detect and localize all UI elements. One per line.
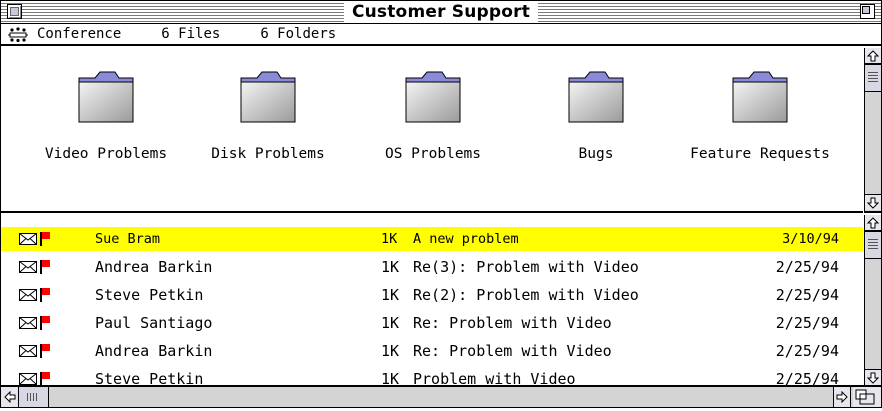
message-size: 1K [381, 370, 400, 385]
resize-grow-box-icon[interactable] [853, 387, 881, 407]
envelope-icon [19, 289, 37, 301]
folder-icon [405, 71, 461, 123]
message-date: 2/25/94 [775, 342, 839, 360]
title-bar[interactable]: Customer Support [1, 1, 881, 24]
folder-label: Video Problems [44, 146, 168, 162]
folder-label: OS Problems [384, 146, 482, 162]
message-subject: Re: Problem with Video [413, 342, 612, 360]
folder-label: Feature Requests [690, 146, 830, 162]
message-sender: Andrea Barkin [95, 258, 213, 276]
folder-icon [732, 71, 788, 123]
folder-feature-requests[interactable]: Feature Requests [685, 66, 835, 162]
message-list: Sue Bram 1K A new problem 3/10/94 Andrea… [1, 215, 863, 385]
message-date: 2/25/94 [775, 314, 839, 332]
conference-label: Conference [37, 26, 122, 42]
folder-icon [78, 71, 134, 123]
window: Customer Support Conference 6 Files 6 Fo… [0, 0, 882, 408]
envelope-icon [19, 373, 37, 385]
folder-pane-scrollbar[interactable] [864, 48, 881, 213]
folder-label: Disk Problems [211, 146, 325, 162]
message-size: 1K [381, 342, 400, 360]
window-title: Customer Support [343, 1, 539, 23]
envelope-icon [19, 345, 37, 357]
scroll-thumb[interactable] [865, 64, 881, 92]
message-list-scrollbar[interactable] [864, 215, 881, 385]
message-date: 2/25/94 [775, 370, 839, 385]
message-row[interactable]: Paul Santiago 1K Re: Problem with Video … [1, 311, 863, 335]
folder-label: Bugs [578, 146, 614, 162]
message-row[interactable]: Sue Bram 1K A new problem 3/10/94 [1, 227, 863, 251]
message-size: 1K [381, 258, 400, 276]
envelope-icon [19, 317, 37, 329]
message-subject: Re(2): Problem with Video [413, 286, 639, 304]
message-row[interactable]: Steve Petkin 1K Re(2): Problem with Vide… [1, 283, 863, 307]
scroll-thumb[interactable] [865, 231, 881, 259]
folder-bugs[interactable]: Bugs [521, 66, 671, 162]
flag-icon[interactable] [40, 344, 50, 358]
message-subject: Re(3): Problem with Video [413, 258, 639, 276]
message-size: 1K [381, 314, 400, 332]
envelope-icon [19, 233, 37, 245]
message-size: 1K [381, 231, 398, 247]
message-row[interactable]: Andrea Barkin 1K Re: Problem with Video … [1, 339, 863, 363]
close-box-icon[interactable] [7, 4, 22, 19]
message-sender: Steve Petkin [95, 286, 204, 304]
message-date: 3/10/94 [782, 231, 839, 247]
message-subject: Problem with Video [413, 370, 576, 385]
folder-count: 6 Folders [260, 26, 337, 42]
flag-icon[interactable] [40, 260, 50, 274]
message-subject: A new problem [413, 231, 519, 247]
message-row[interactable]: Andrea Barkin 1K Re(3): Problem with Vid… [1, 255, 863, 279]
flag-icon[interactable] [40, 232, 50, 246]
flag-icon[interactable] [40, 288, 50, 302]
message-sender: Sue Bram [95, 231, 161, 247]
folder-icon [568, 71, 624, 123]
scroll-thumb[interactable] [19, 387, 49, 407]
scroll-up-arrow-icon[interactable] [865, 48, 881, 64]
scroll-left-arrow-icon[interactable] [1, 387, 19, 407]
message-sender: Paul Santiago [95, 314, 213, 332]
info-bar: Conference 6 Files 6 Folders [1, 24, 881, 46]
scroll-down-arrow-icon[interactable] [865, 369, 881, 385]
folder-video-problems[interactable]: Video Problems [31, 66, 181, 162]
message-subject: Re: Problem with Video [413, 314, 612, 332]
scroll-right-arrow-icon[interactable] [833, 387, 851, 407]
folder-pane: Video Problems Disk Problems OS Problems… [1, 48, 863, 213]
message-row[interactable]: Steve Petkin 1K Problem with Video 2/25/… [1, 367, 863, 385]
envelope-icon [19, 261, 37, 273]
message-date: 2/25/94 [775, 286, 839, 304]
conference-icon [8, 27, 28, 42]
flag-icon[interactable] [40, 316, 50, 330]
message-size: 1K [381, 286, 400, 304]
horizontal-scrollbar[interactable] [1, 385, 881, 407]
folder-disk-problems[interactable]: Disk Problems [193, 66, 343, 162]
folder-icon [240, 71, 296, 123]
title-container: Customer Support [1, 1, 881, 23]
scroll-down-arrow-icon[interactable] [865, 194, 881, 210]
scroll-up-arrow-icon[interactable] [865, 215, 881, 231]
message-sender: Andrea Barkin [95, 342, 213, 360]
zoom-box-icon[interactable] [860, 4, 875, 19]
file-count: 6 Files [161, 26, 221, 42]
folder-os-problems[interactable]: OS Problems [358, 66, 508, 162]
message-date: 2/25/94 [775, 258, 839, 276]
flag-icon[interactable] [40, 372, 50, 385]
message-sender: Steve Petkin [95, 370, 204, 385]
